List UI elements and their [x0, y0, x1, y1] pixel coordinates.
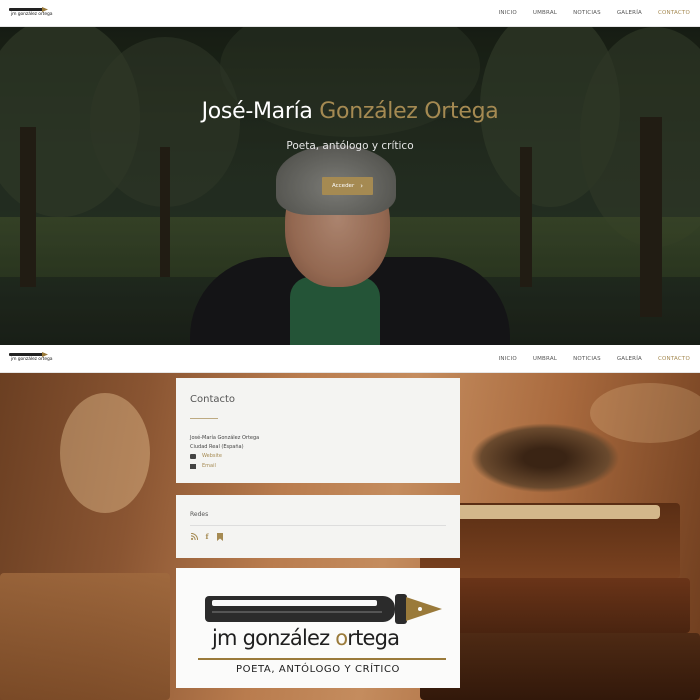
email-link[interactable]: Email: [202, 463, 216, 469]
bird-nest: [470, 423, 620, 493]
social-card: Redes f: [176, 495, 460, 558]
hero-title-first: José-María: [201, 99, 313, 124]
nav-item-umbral[interactable]: UMBRAL: [533, 10, 557, 16]
light-blur: [60, 393, 150, 513]
acceder-button-label: Acceder: [331, 183, 355, 189]
top-navbar: jm gonzález ortega INICIO UMBRAL NOTICIA…: [0, 0, 700, 27]
nav-item-contacto[interactable]: CONTACTO: [658, 356, 690, 362]
social-title: Redes: [190, 511, 209, 518]
pen-collar: [395, 594, 407, 624]
contact-location: Ciudad Real (España): [190, 444, 244, 450]
brand-tagline: POETA, ANTÓLOGO Y CRÍTICO: [235, 664, 400, 675]
logo-text: jm gonzález ortega: [11, 12, 53, 17]
nav-item-inicio[interactable]: INICIO: [499, 10, 517, 16]
brand-rule: [198, 658, 446, 660]
nav-item-noticias[interactable]: NOTICIAS: [573, 10, 601, 16]
contact-title: Contacto: [190, 394, 236, 405]
rss-icon[interactable]: [190, 532, 198, 541]
envelope-icon: [190, 464, 196, 469]
contact-card: Contacto José-María González Ortega Ciud…: [176, 378, 460, 483]
facebook-icon[interactable]: f: [203, 532, 211, 541]
pen-band: [212, 600, 377, 606]
contact-name: José-María González Ortega: [190, 435, 260, 441]
hero-title: José-María González Ortega: [0, 99, 700, 124]
hero-section: José-María González Ortega Poeta, antólo…: [0, 27, 700, 345]
brand-name-part: rtega: [347, 626, 400, 650]
pen-logo-icon: [9, 353, 45, 356]
pen-nib-icon: [406, 597, 442, 621]
nav-item-noticias[interactable]: NOTICIAS: [573, 356, 601, 362]
logo-text: jm gonzález ortega: [11, 357, 53, 362]
light-blur: [590, 383, 700, 443]
nav-item-galeria[interactable]: GALERÍA: [617, 10, 642, 16]
bookmark-icon[interactable]: [216, 532, 224, 541]
nav-item-contacto[interactable]: CONTACTO: [658, 10, 690, 16]
site-logo[interactable]: jm gonzález ortega: [9, 7, 53, 20]
nav-item-umbral[interactable]: UMBRAL: [533, 356, 557, 362]
main-menu: INICIO UMBRAL NOTICIAS GALERÍA CONTACTO: [483, 0, 690, 26]
brand-name: jm gonzález ortega: [212, 626, 400, 650]
title-divider: [190, 418, 218, 419]
sticky-navbar: jm gonzález ortega INICIO UMBRAL NOTICIA…: [0, 345, 700, 373]
acceder-button[interactable]: Acceder ›: [322, 177, 373, 195]
brand-name-accent: o: [335, 626, 348, 650]
hero-title-accent: González Ortega: [319, 99, 499, 124]
pen-clip: [212, 611, 382, 613]
website-link[interactable]: Website: [202, 453, 222, 459]
book-pages: [440, 505, 660, 519]
nav-item-galeria[interactable]: GALERÍA: [617, 356, 642, 362]
brand-logo: jm gonzález ortega POETA, ANTÓLOGO Y CRÍ…: [190, 580, 446, 680]
pen-nib-hole: [418, 607, 422, 611]
brand-card: jm gonzález ortega POETA, ANTÓLOGO Y CRÍ…: [176, 568, 460, 688]
chevron-right-icon: ›: [360, 182, 364, 190]
hero-subtitle: Poeta, antólogo y crítico: [286, 140, 414, 152]
brand-name-part: jm gonzález: [212, 626, 336, 650]
monitor-icon: [190, 454, 196, 459]
site-logo[interactable]: jm gonzález ortega: [9, 352, 53, 365]
book: [420, 633, 700, 700]
shelf: [0, 573, 170, 700]
pen-logo-icon: [9, 8, 45, 11]
title-divider: [190, 525, 446, 526]
nav-item-inicio[interactable]: INICIO: [499, 356, 517, 362]
main-menu: INICIO UMBRAL NOTICIAS GALERÍA CONTACTO: [483, 345, 690, 372]
